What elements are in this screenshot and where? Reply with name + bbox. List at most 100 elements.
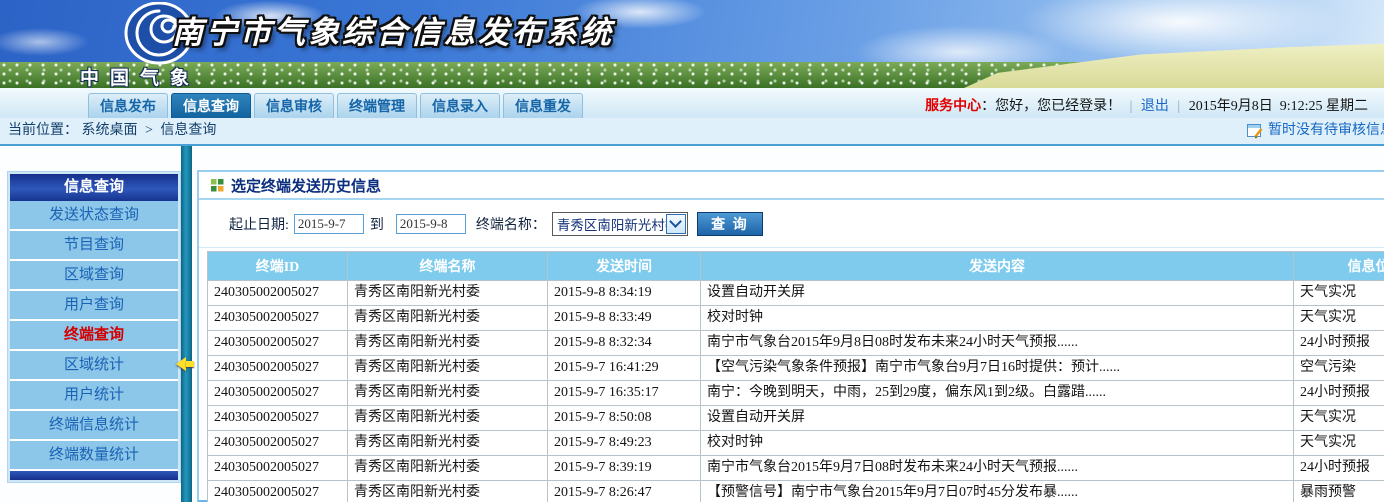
table-cell: 240305002005027 (208, 356, 348, 381)
table-cell: 南宁市气象台2015年9月8日08时发布未来24小时天气预报...... (701, 331, 1294, 356)
table-row: 240305002005027青秀区南阳新光村委2015-9-8 8:34:19… (208, 281, 1384, 306)
sidebar-item-2[interactable]: 节目查询 (10, 231, 178, 261)
separator: | (1177, 99, 1180, 114)
table-cell: 240305002005027 (208, 281, 348, 306)
app-title: 南宁市气象综合信息发布系统 (172, 7, 614, 52)
table-cell: 2015-9-7 16:35:17 (548, 381, 701, 406)
logo-caption: 中国气象 (80, 63, 255, 88)
table-cell: 空气污染 (1294, 356, 1384, 381)
table-cell: 2015-9-8 8:32:34 (548, 331, 701, 356)
table-cell: 2015-9-7 8:39:19 (548, 456, 701, 481)
search-button[interactable]: 查 询 (697, 212, 763, 236)
terminal-select-value: 青秀区南阳新光村委 (553, 214, 666, 234)
main-nav-bar: 信息发布信息查询信息审核终端管理信息录入信息重发 服务中心：您好，您已经登录！ … (0, 88, 1384, 118)
table-cell: 青秀区南阳新光村委 (348, 481, 548, 502)
terminal-name-label: 终端名称： (476, 214, 546, 234)
audit-notice: 暂时没有待审核信息 (1247, 118, 1384, 144)
table-cell: 设置自动开关屏 (701, 406, 1294, 431)
table-cell: 240305002005027 (208, 481, 348, 502)
banner: 中国气象 南宁市气象综合信息发布系统 (0, 0, 1384, 88)
nav-tab-5[interactable]: 信息录入 (420, 93, 500, 119)
table-cell: 青秀区南阳新光村委 (348, 431, 548, 456)
table-cell: 240305002005027 (208, 431, 348, 456)
table-cell: 天气实况 (1294, 406, 1384, 431)
app-window: 中国气象 南宁市气象综合信息发布系统 信息发布信息查询信息审核终端管理信息录入信… (0, 0, 1384, 502)
collapse-left-arrow-icon[interactable] (176, 357, 195, 371)
table-row: 240305002005027青秀区南阳新光村委2015-9-7 8:26:47… (208, 481, 1384, 502)
column-header-5: 信息位 (1294, 252, 1384, 281)
sidebar-item-4[interactable]: 用户查询 (10, 291, 178, 321)
sidebar-item-5[interactable]: 终端查询 (10, 321, 178, 351)
table-row: 240305002005027青秀区南阳新光村委2015-9-7 16:35:1… (208, 381, 1384, 406)
table-cell: 24小时预报 (1294, 456, 1384, 481)
table-cell: 南宁市气象台2015年9月7日08时发布未来24小时天气预报...... (701, 456, 1294, 481)
to-label: 到 (370, 214, 384, 234)
column-header-2: 终端名称 (348, 252, 548, 281)
audit-notice-text: 暂时没有待审核信息 (1268, 118, 1384, 144)
separator: | (1130, 99, 1133, 114)
table-cell: 南宁：今晚到明天，中雨，25到29度，偏东风1到2级。白露踖...... (701, 381, 1294, 406)
table-row: 240305002005027青秀区南阳新光村委2015-9-7 8:49:23… (208, 431, 1384, 456)
grid-icon (211, 179, 224, 192)
logout-link[interactable]: 退出 (1141, 99, 1169, 114)
sidebar-item-9[interactable]: 终端数量统计 (10, 441, 178, 471)
table-cell: 青秀区南阳新光村委 (348, 406, 548, 431)
table-cell: 天气实况 (1294, 281, 1384, 306)
query-form: 起止日期: 到 终端名称： 青秀区南阳新光村委 查 询 (199, 200, 1384, 248)
nav-tab-1[interactable]: 信息发布 (88, 93, 168, 119)
terminal-select[interactable]: 青秀区南阳新光村委 (552, 212, 688, 236)
breadcrumb-bar: 当前位置： 系统桌面 > 信息查询 暂时没有待审核信息 (0, 118, 1384, 146)
nav-tab-2[interactable]: 信息查询 (171, 93, 251, 119)
nav-tab-6[interactable]: 信息重发 (503, 93, 583, 119)
date-from-input[interactable] (294, 214, 364, 234)
table-cell: 【空气污染气象条件预报】南宁市气象台9月7日16时提供：预计...... (701, 356, 1294, 381)
sidebar-splitter-bar[interactable] (181, 146, 192, 502)
table-cell: 24小时预报 (1294, 331, 1384, 356)
table-cell: 240305002005027 (208, 306, 348, 331)
table-cell: 青秀区南阳新光村委 (348, 331, 548, 356)
sidebar-item-7[interactable]: 用户统计 (10, 381, 178, 411)
table-cell: 2015-9-8 8:34:19 (548, 281, 701, 306)
table-cell: 设置自动开关屏 (701, 281, 1294, 306)
column-header-3: 发送时间 (548, 252, 701, 281)
table-header-row: 终端ID终端名称发送时间发送内容信息位 (208, 252, 1384, 281)
breadcrumb-separator: > (145, 123, 153, 138)
table-cell: 240305002005027 (208, 406, 348, 431)
sidebar-item-8[interactable]: 终端信息统计 (10, 411, 178, 441)
nav-tab-4[interactable]: 终端管理 (337, 93, 417, 119)
breadcrumb-home-link[interactable]: 系统桌面 (82, 123, 138, 138)
table-cell: 24小时预报 (1294, 381, 1384, 406)
nav-tabs: 信息发布信息查询信息审核终端管理信息录入信息重发 (88, 93, 586, 119)
sidebar-item-3[interactable]: 区域查询 (10, 261, 178, 291)
panel-header: 选定终端发送历史信息 (199, 172, 1384, 200)
table-cell: 青秀区南阳新光村委 (348, 456, 548, 481)
sidebar-items: 发送状态查询节目查询区域查询用户查询终端查询区域统计用户统计终端信息统计终端数量… (10, 201, 178, 471)
nav-tab-3[interactable]: 信息审核 (254, 93, 334, 119)
sidebar-item-1[interactable]: 发送状态查询 (10, 201, 178, 231)
table-cell: 暴雨预警 (1294, 481, 1384, 502)
table-cell: 240305002005027 (208, 456, 348, 481)
date-range-label: 起止日期: (229, 214, 289, 234)
table-cell: 天气实况 (1294, 306, 1384, 331)
table-cell: 【预警信号】南宁市气象台2015年9月7日07时45分发布暴...... (701, 481, 1294, 502)
service-center-label: 服务中心 (925, 99, 981, 114)
history-table: 终端ID终端名称发送时间发送内容信息位 240305002005027青秀区南阳… (207, 251, 1384, 502)
service-center: 服务中心：您好，您已经登录！ | 退出 | 2015年9月8日 9:12:25 … (925, 95, 1368, 115)
column-header-4: 发送内容 (701, 252, 1294, 281)
edit-note-icon (1247, 124, 1263, 139)
table-cell: 天气实况 (1294, 431, 1384, 456)
table-cell: 2015-9-7 8:50:08 (548, 406, 701, 431)
table-cell: 青秀区南阳新光村委 (348, 306, 548, 331)
table-row: 240305002005027青秀区南阳新光村委2015-9-8 8:32:34… (208, 331, 1384, 356)
dropdown-arrow-icon[interactable] (666, 214, 686, 234)
table-cell: 2015-9-7 8:49:23 (548, 431, 701, 456)
login-greeting: ：您好，您已经登录！ (981, 99, 1121, 114)
table-row: 240305002005027青秀区南阳新光村委2015-9-7 8:50:08… (208, 406, 1384, 431)
sidebar-item-6[interactable]: 区域统计 (10, 351, 178, 381)
table-cell: 青秀区南阳新光村委 (348, 281, 548, 306)
table-cell: 2015-9-7 8:26:47 (548, 481, 701, 502)
date-to-input[interactable] (396, 214, 466, 234)
breadcrumb-current-link[interactable]: 信息查询 (160, 123, 216, 138)
breadcrumb-label: 当前位置： (8, 123, 78, 138)
panel-title: 选定终端发送历史信息 (231, 175, 381, 196)
